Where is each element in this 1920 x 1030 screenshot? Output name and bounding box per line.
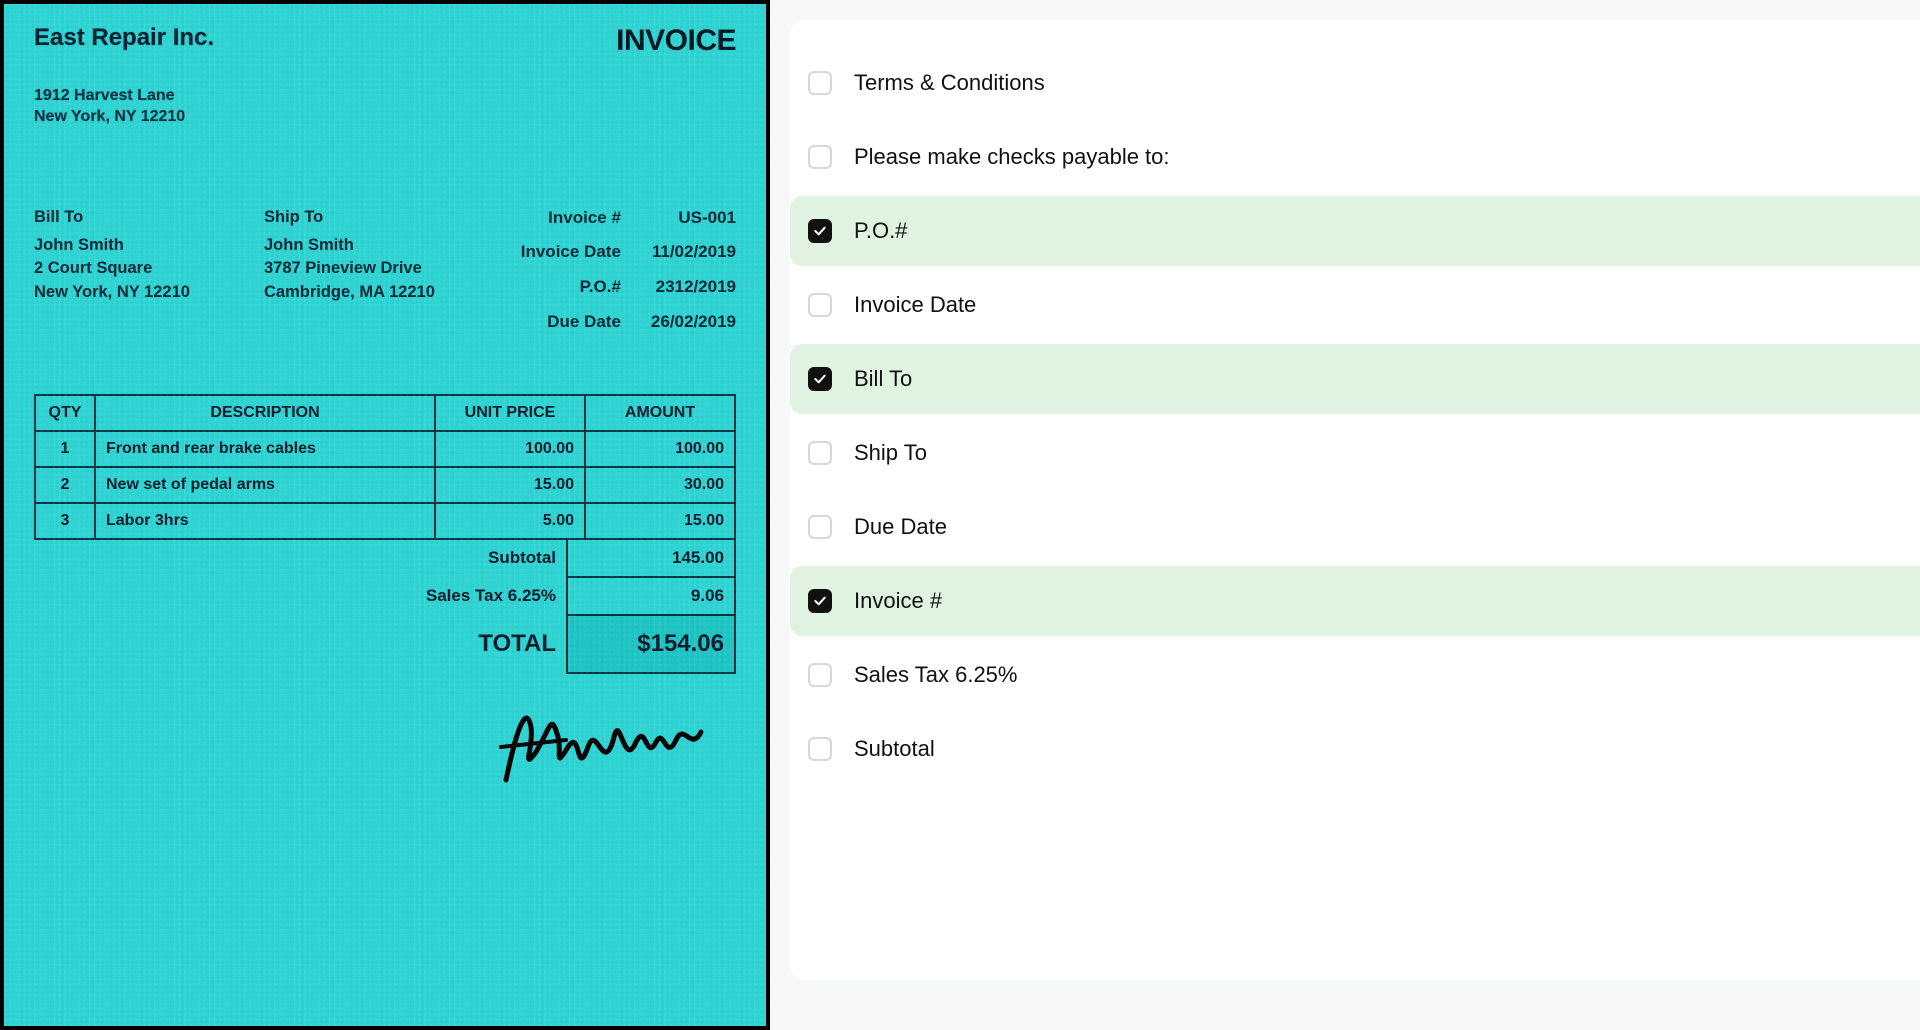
field-row[interactable]: Due Date (790, 492, 1920, 562)
cell-unit: 100.00 (435, 431, 585, 467)
fields-card: Terms & Conditions Please make checks pay… (790, 20, 1920, 980)
checkbox-checked-icon[interactable] (808, 367, 832, 391)
checkbox-checked-icon[interactable] (808, 589, 832, 613)
col-desc: DESCRIPTION (95, 395, 435, 431)
cell-qty: 2 (35, 467, 95, 503)
field-label: P.O.# (854, 218, 907, 244)
po-label: P.O.# (580, 275, 621, 300)
checkbox-icon[interactable] (808, 515, 832, 539)
parties-section: Bill To John Smith 2 Court Square New Yo… (34, 206, 736, 335)
cell-desc: Labor 3hrs (95, 503, 435, 539)
invoice-meta: Invoice # US-001 Invoice Date 11/02/2019… (494, 206, 736, 335)
total-value: $154.06 (566, 616, 736, 674)
invoice-number-label: Invoice # (548, 206, 621, 231)
ship-to-label: Ship To (264, 206, 494, 230)
ship-to-line1: 3787 Pineview Drive (264, 257, 494, 281)
checkbox-icon[interactable] (808, 293, 832, 317)
cell-qty: 3 (35, 503, 95, 539)
company-address-line1: 1912 Harvest Lane (34, 86, 736, 107)
subtotal-value: 145.00 (566, 540, 736, 578)
signature-icon (496, 692, 706, 787)
checkbox-icon[interactable] (808, 145, 832, 169)
cell-unit: 5.00 (435, 503, 585, 539)
ship-to-block: Ship To John Smith 3787 Pineview Drive C… (264, 206, 494, 335)
ship-to-line2: Cambridge, MA 12210 (264, 281, 494, 305)
signature-block (34, 692, 736, 792)
cell-amount: 100.00 (585, 431, 735, 467)
cell-unit: 15.00 (435, 467, 585, 503)
checkbox-icon[interactable] (808, 663, 832, 687)
bill-to-line2: New York, NY 12210 (34, 281, 264, 305)
fields-pane: Terms & Conditions Please make checks pay… (770, 0, 1920, 1030)
invoice-page: East Repair Inc. INVOICE 1912 Harvest La… (4, 4, 766, 1026)
bill-to-name: John Smith (34, 234, 264, 258)
col-qty: QTY (35, 395, 95, 431)
line-items-table: QTY DESCRIPTION UNIT PRICE AMOUNT 1 Fron… (34, 394, 736, 540)
cell-desc: Front and rear brake cables (95, 431, 435, 467)
field-row[interactable]: Invoice # (790, 566, 1920, 636)
field-label: Bill To (854, 366, 912, 392)
document-title: INVOICE (616, 24, 736, 58)
bill-to-line1: 2 Court Square (34, 257, 264, 281)
field-label: Please make checks payable to: (854, 144, 1170, 170)
checkbox-icon[interactable] (808, 71, 832, 95)
field-label: Subtotal (854, 736, 935, 762)
cell-amount: 30.00 (585, 467, 735, 503)
field-label: Terms & Conditions (854, 70, 1045, 96)
company-name: East Repair Inc. (34, 24, 214, 52)
table-row: 3 Labor 3hrs 5.00 15.00 (35, 503, 735, 539)
field-label: Sales Tax 6.25% (854, 662, 1017, 688)
ship-to-name: John Smith (264, 234, 494, 258)
cell-qty: 1 (35, 431, 95, 467)
field-label: Invoice # (854, 588, 942, 614)
po-value: 2312/2019 (656, 275, 736, 300)
invoice-number-value: US-001 (678, 206, 736, 231)
cell-desc: New set of pedal arms (95, 467, 435, 503)
table-row: 2 New set of pedal arms 15.00 30.00 (35, 467, 735, 503)
due-date-value: 26/02/2019 (651, 310, 736, 335)
field-label: Ship To (854, 440, 927, 466)
col-amount: AMOUNT (585, 395, 735, 431)
table-header-row: QTY DESCRIPTION UNIT PRICE AMOUNT (35, 395, 735, 431)
app-root: East Repair Inc. INVOICE 1912 Harvest La… (0, 0, 1920, 1030)
field-row[interactable]: Terms & Conditions (790, 48, 1920, 118)
field-row[interactable]: Bill To (790, 344, 1920, 414)
table-row: 1 Front and rear brake cables 100.00 100… (35, 431, 735, 467)
checkbox-icon[interactable] (808, 737, 832, 761)
invoice-date-value: 11/02/2019 (652, 240, 736, 265)
due-date-label: Due Date (547, 310, 621, 335)
checkbox-checked-icon[interactable] (808, 219, 832, 243)
checkbox-icon[interactable] (808, 441, 832, 465)
header-row: East Repair Inc. INVOICE (34, 24, 736, 58)
col-unit: UNIT PRICE (435, 395, 585, 431)
bill-to-label: Bill To (34, 206, 264, 230)
cell-amount: 15.00 (585, 503, 735, 539)
field-row[interactable]: Sales Tax 6.25% (790, 640, 1920, 710)
field-label: Due Date (854, 514, 947, 540)
bill-to-block: Bill To John Smith 2 Court Square New Yo… (34, 206, 264, 335)
company-address-line2: New York, NY 12210 (34, 107, 736, 128)
tax-value: 9.06 (566, 578, 736, 616)
field-label: Invoice Date (854, 292, 976, 318)
document-preview-pane: East Repair Inc. INVOICE 1912 Harvest La… (0, 0, 770, 1030)
field-row[interactable]: Ship To (790, 418, 1920, 488)
subtotal-label: Subtotal (406, 540, 566, 578)
field-row[interactable]: Please make checks payable to: (790, 122, 1920, 192)
field-row[interactable]: P.O.# (790, 196, 1920, 266)
totals-block: Subtotal 145.00 Sales Tax 6.25% 9.06 TOT… (34, 540, 736, 674)
company-address: 1912 Harvest Lane New York, NY 12210 (34, 86, 736, 128)
field-row[interactable]: Subtotal (790, 714, 1920, 784)
tax-label: Sales Tax 6.25% (406, 578, 566, 616)
invoice-date-label: Invoice Date (521, 240, 621, 265)
total-label: TOTAL (406, 616, 566, 674)
field-row[interactable]: Invoice Date (790, 270, 1920, 340)
